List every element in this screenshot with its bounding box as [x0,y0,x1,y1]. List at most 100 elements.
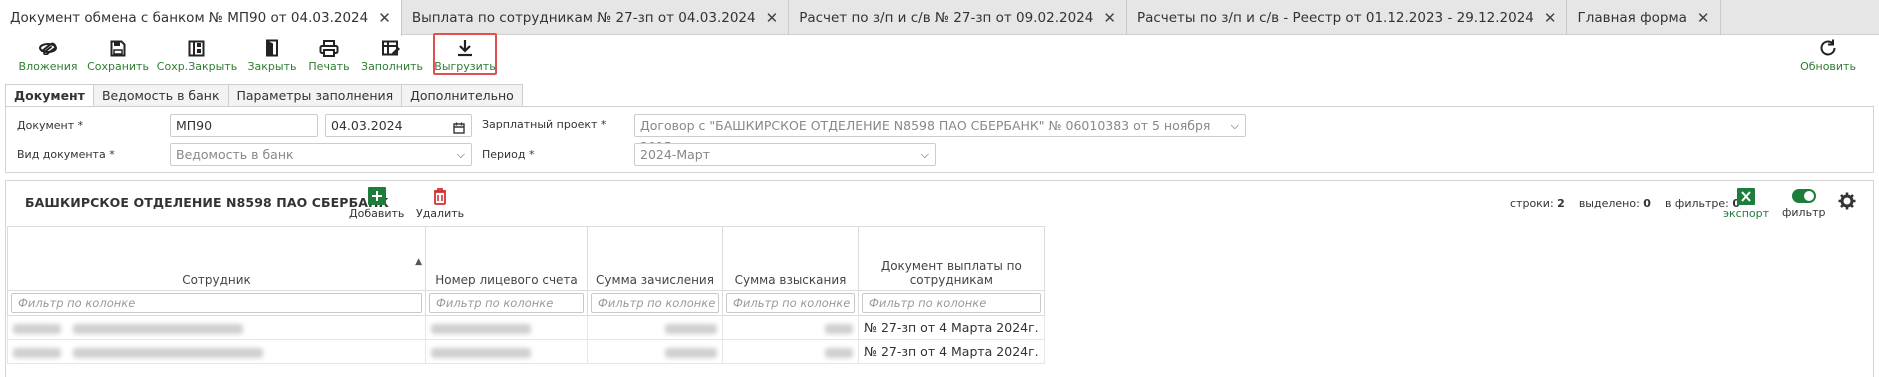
deduction-amount-cell [722,339,859,364]
rows-label: строки: [1510,197,1554,210]
column-filter-input[interactable]: Фильтр по колонке [726,293,855,313]
employees-table: ▲ Сотрудник Номер лицевого счета Сумма з… [7,226,1045,364]
window-tab-label: Документ обмена с банком № МП90 от 04.03… [10,10,369,26]
excel-export-label: экспорт [1723,207,1770,220]
window-tab-calculation[interactable]: Расчет по з/п и с/в № 27-зп от 09.02.202… [789,0,1127,35]
door-icon [265,37,279,59]
window-tab-label: Главная форма [1577,9,1687,26]
table-row[interactable]: № 27-зп от 4 Марта 2024г. [7,339,1045,364]
tab-document[interactable]: Документ [5,84,94,107]
column-header-account[interactable]: Номер лицевого счета [425,226,588,291]
close-tab-icon[interactable]: ✕ [766,9,779,27]
column-header-deduction-amount[interactable]: Сумма взыскания [722,226,859,291]
document-tabs: Документ Ведомость в банк Параметры запо… [5,84,523,107]
save-button[interactable]: Сохранить [87,35,149,75]
delete-row-label: Удалить [416,207,465,220]
window-tab-main-form[interactable]: Главная форма ✕ [1567,0,1721,35]
column-header-label: Сотрудник [182,273,251,287]
rows-count: 2 [1557,197,1565,210]
employee-cell [7,339,426,364]
salary-project-label: Зарплатный проект * [482,118,607,131]
calendar-icon[interactable] [453,119,465,140]
period-value: 2024-Март [640,147,710,162]
credit-amount-cell [587,339,723,364]
employee-cell [7,315,426,340]
save-close-icon [188,37,206,59]
period-select[interactable]: 2024-Март ⌵ [634,143,936,166]
column-filter-input[interactable]: Фильтр по колонке [429,293,584,313]
column-filter-input[interactable]: Фильтр по колонке [591,293,719,313]
fill-table-icon [382,37,402,59]
save-close-button[interactable]: Сохр.Закрыть [157,35,237,75]
filter-toggle[interactable]: фильтр [1782,188,1825,219]
close-tab-icon[interactable]: ✕ [1544,9,1557,27]
window-tab-bar: Документ обмена с банком № МП90 от 04.03… [0,0,1879,36]
toggle-switch-icon [1791,189,1816,203]
close-button[interactable]: Закрыть [248,35,297,75]
column-header-label: Номер лицевого счета [435,273,578,287]
print-button[interactable]: Печать [308,35,350,75]
export-button[interactable]: Выгрузить [433,33,497,75]
grid-settings-button[interactable] [1838,192,1856,210]
column-header-employee[interactable]: ▲ Сотрудник [7,226,426,291]
document-label: Документ * [17,119,84,132]
window-tab-bank-exchange[interactable]: Документ обмена с банком № МП90 от 04.03… [0,0,402,36]
column-filter-input[interactable]: Фильтр по колонке [11,293,422,313]
bank-grid-panel: БАШКИРСКОЕ ОТДЕЛЕНИЕ N8598 ПАО СБЕРБАНК … [5,180,1874,377]
toolbar: Вложения Сохранить Сохр.Закрыть Закрыть … [0,33,1879,77]
trash-icon [434,188,447,205]
filter-toggle-label: фильтр [1782,206,1826,219]
in-filter-label: в фильтре: [1664,197,1729,210]
column-header-payment-doc[interactable]: Документ выплаты по сотрудникам [858,226,1045,291]
delete-row-button[interactable]: Удалить [416,187,464,220]
floppy-icon [110,37,126,59]
attachments-label: Вложения [18,60,78,73]
payment-doc-cell[interactable]: № 27-зп от 4 Марта 2024г. [858,315,1045,340]
fill-button[interactable]: Заполнить [361,35,423,75]
document-date-field[interactable]: 04.03.2024 [325,114,472,137]
document-number-field[interactable]: МП90 [170,114,318,137]
filter-row: Фильтр по колонке Фильтр по колонке Филь… [7,290,1045,316]
doc-type-select[interactable]: Ведомость в банк ⌵ [170,143,472,166]
period-label: Период * [482,148,535,161]
download-icon [457,37,473,59]
salary-project-select[interactable]: Договор с "БАШКИРСКОЕ ОТДЕЛЕНИЕ N8598 ПА… [634,114,1246,154]
close-tab-icon[interactable]: ✕ [1697,9,1710,27]
excel-export-button[interactable]: экспорт [1723,188,1769,220]
chevron-down-icon: ⌵ [920,148,929,161]
table-row[interactable]: № 27-зп от 4 Марта 2024г. [7,315,1045,340]
table-header-row: ▲ Сотрудник Номер лицевого счета Сумма з… [7,226,1045,291]
print-label: Печать [308,60,350,73]
grid-title: БАШКИРСКОЕ ОТДЕЛЕНИЕ N8598 ПАО СБЕРБАНК [25,195,389,210]
document-date-value: 04.03.2024 [331,118,403,133]
tab-fill-parameters[interactable]: Параметры заполнения [228,84,403,107]
window-tab-label: Расчет по з/п и с/в № 27-зп от 09.02.202… [799,9,1094,26]
save-label: Сохранить [87,60,149,73]
printer-icon [319,37,339,59]
close-tab-icon[interactable]: ✕ [378,9,391,27]
payment-doc-cell[interactable]: № 27-зп от 4 Марта 2024г. [858,339,1045,364]
refresh-button[interactable]: Обновить [1800,35,1856,75]
tab-bank-statement[interactable]: Ведомость в банк [93,84,229,107]
column-header-label: Сумма зачисления [596,273,714,287]
deduction-amount-cell [722,315,859,340]
attachments-button[interactable]: Вложения [19,35,77,75]
credit-amount-cell [587,315,723,340]
doc-type-label: Вид документа * [17,148,115,161]
save-close-label: Сохр.Закрыть [156,60,238,73]
window-tab-registry[interactable]: Расчеты по з/п и с/в - Реестр от 01.12.2… [1127,0,1568,35]
window-tab-label: Расчеты по з/п и с/в - Реестр от 01.12.2… [1136,9,1534,26]
sort-asc-icon[interactable]: ▲ [415,257,422,267]
account-cell [425,339,588,364]
chevron-down-icon: ⌵ [456,148,465,161]
window-tab-payment[interactable]: Выплата по сотрудникам № 27-зп от 04.03.… [402,0,790,35]
column-filter-input[interactable]: Фильтр по колонке [862,293,1041,313]
fill-label: Заполнить [361,60,423,73]
close-tab-icon[interactable]: ✕ [1103,9,1116,27]
refresh-label: Обновить [1800,60,1856,73]
add-row-button[interactable]: Добавить [349,187,404,220]
refresh-icon [1818,37,1838,59]
tab-additional[interactable]: Дополнительно [402,84,523,107]
column-header-credit-amount[interactable]: Сумма зачисления [587,226,723,291]
selected-count: 0 [1643,197,1651,210]
